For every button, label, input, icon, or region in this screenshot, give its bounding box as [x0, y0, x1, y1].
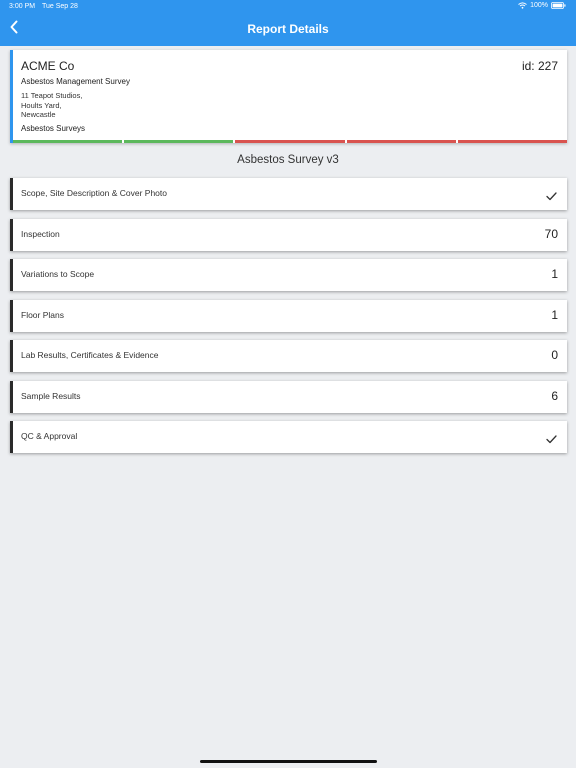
progress-segment	[13, 140, 123, 143]
progress-segment	[124, 140, 234, 143]
home-indicator	[200, 760, 377, 763]
section-list: Scope, Site Description & Cover Photo Ins…	[10, 178, 567, 462]
survey-title: Asbestos Survey v3	[237, 154, 339, 166]
client-name: ACME Co	[21, 59, 75, 73]
checkmark-icon	[546, 188, 557, 206]
address-line: Hoults Yard,	[21, 100, 62, 110]
wifi-icon	[518, 2, 527, 9]
battery-percent: 100%	[530, 2, 548, 9]
section-item[interactable]: Variations to Scope 1	[10, 259, 567, 291]
section-item-label: Variations to Scope	[21, 269, 95, 279]
progress-strip	[13, 140, 568, 143]
checkmark-icon	[546, 431, 557, 449]
nav-bar: 3:00 PM Tue Sep 28 100% Report Details	[0, 0, 576, 46]
address-line: 11 Teapot Studios,	[21, 91, 83, 100]
section-item-count: 0	[551, 348, 558, 362]
section-item[interactable]: Inspection 70	[10, 218, 567, 251]
battery-icon	[551, 2, 566, 9]
address-line: Newcastle	[21, 110, 56, 119]
section-item-count: 70	[544, 226, 558, 241]
section-item-count: 1	[551, 307, 558, 322]
section-item[interactable]: Lab Results, Certificates & Evidence 0	[10, 340, 567, 372]
status-right: 100%	[518, 2, 566, 9]
status-date: Tue Sep 28	[42, 3, 78, 10]
status-time: 3:00 PM	[9, 3, 36, 10]
progress-segment	[235, 140, 345, 143]
section-item-label: QC & Approval	[21, 431, 78, 441]
page-title: Report Details	[247, 22, 329, 36]
report-category: Asbestos Surveys	[21, 124, 86, 133]
section-item-label: Lab Results, Certificates & Evidence	[21, 350, 159, 360]
section-item-count: 1	[551, 267, 558, 281]
site-address: 11 Teapot Studios, Hoults Yard, Newcastl…	[21, 91, 82, 120]
section-item-label: Scope, Site Description & Cover Photo	[21, 188, 167, 198]
section-item[interactable]: Floor Plans 1	[10, 299, 567, 332]
report-id: id: 227	[521, 59, 558, 73]
section-item-label: Inspection	[21, 228, 60, 239]
survey-type: Asbestos Management Survey	[21, 77, 130, 86]
section-item-label: Sample Results	[21, 390, 81, 401]
section-item[interactable]: Scope, Site Description & Cover Photo	[10, 178, 567, 210]
report-summary-card[interactable]: ACME Co id: 227 Asbestos Management Surv…	[10, 50, 568, 143]
section-item[interactable]: QC & Approval	[10, 421, 567, 453]
progress-segment	[457, 140, 568, 143]
status-bar: 3:00 PM Tue Sep 28 100%	[0, 0, 576, 14]
progress-segment	[346, 140, 456, 143]
section-item-label: Floor Plans	[21, 309, 64, 320]
section-item[interactable]: Sample Results 6	[10, 380, 567, 413]
section-item-count: 6	[551, 388, 558, 403]
